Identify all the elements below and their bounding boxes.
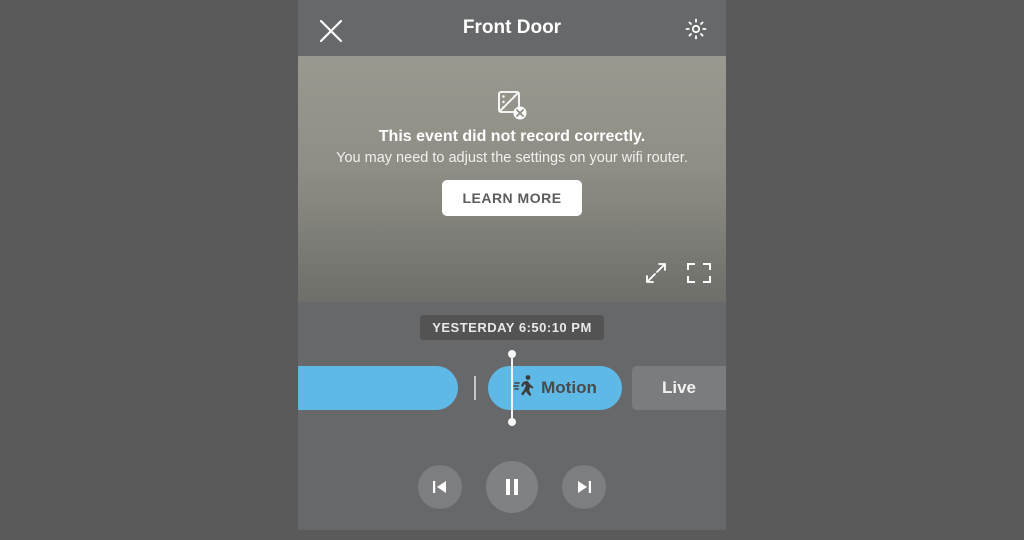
playback-controls: [298, 424, 726, 540]
fullscreen-icon[interactable]: [686, 262, 712, 289]
next-button[interactable]: [562, 465, 606, 509]
error-message: This event did not record correctly. You…: [298, 90, 726, 216]
running-person-icon: [513, 374, 535, 403]
event-timeline[interactable]: Motion Live: [298, 352, 726, 424]
timestamp-row: YESTERDAY 6:50:10 PM: [298, 302, 726, 352]
page-title: Front Door: [463, 17, 561, 39]
pause-button[interactable]: [486, 461, 538, 513]
live-button[interactable]: Live: [632, 366, 726, 410]
video-viewport: This event did not record correctly. You…: [298, 56, 726, 302]
learn-more-button[interactable]: LEARN MORE: [442, 180, 581, 216]
motion-label: Motion: [541, 378, 597, 398]
close-icon[interactable]: [318, 18, 344, 44]
previous-event-pill[interactable]: [298, 366, 458, 410]
timeline-separator: [474, 376, 476, 400]
error-title: This event did not record correctly.: [298, 128, 726, 146]
motion-event-pill[interactable]: Motion: [488, 366, 622, 410]
app-screen: Front Door This event did not record cor…: [298, 0, 726, 530]
header-bar: Front Door: [298, 0, 726, 56]
previous-button[interactable]: [418, 465, 462, 509]
recording-error-icon: [497, 90, 527, 120]
expand-arrows-icon[interactable]: [644, 261, 668, 290]
viewport-controls: [644, 261, 712, 290]
event-timestamp: YESTERDAY 6:50:10 PM: [420, 315, 604, 340]
error-subtitle: You may need to adjust the settings on y…: [298, 150, 726, 166]
gear-icon[interactable]: [684, 17, 708, 41]
